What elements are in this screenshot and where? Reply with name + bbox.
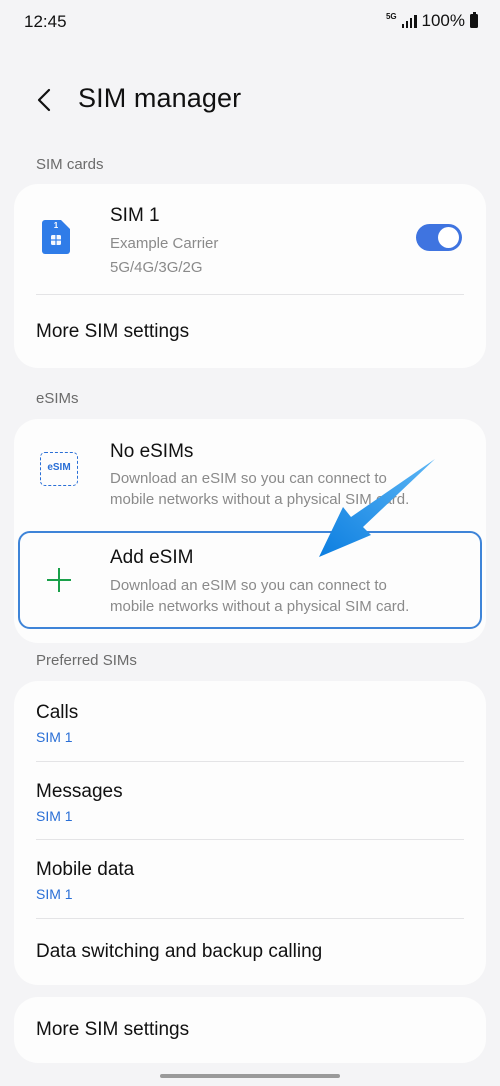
- preferred-card: Calls SIM 1 Messages SIM 1 Mobile data S…: [14, 681, 486, 985]
- no-esims-desc-2: mobile networks without a physical SIM c…: [110, 491, 410, 508]
- calls-title: Calls: [36, 702, 79, 723]
- bottom-more-settings-card[interactable]: More SIM settings: [14, 997, 486, 1063]
- section-label-preferred: Preferred SIMs: [36, 652, 137, 669]
- add-esim-title: Add eSIM: [110, 547, 194, 568]
- preferred-mobile-data-row[interactable]: Mobile data SIM 1: [14, 840, 486, 918]
- mobile-data-title: Mobile data: [36, 859, 135, 880]
- sim-cards-card: 1 SIM 1 Example Carrier 5G/4G/3G/2G More…: [14, 184, 486, 368]
- esim-icon-label: eSIM: [47, 462, 71, 473]
- calls-value: SIM 1: [36, 729, 73, 745]
- preferred-messages-row[interactable]: Messages SIM 1: [14, 762, 486, 839]
- network-badge: 5G: [385, 12, 397, 21]
- sim-card-icon: 1: [42, 220, 70, 254]
- mobile-data-value: SIM 1: [36, 886, 73, 902]
- header: SIM manager: [0, 78, 500, 122]
- signal-icon: [401, 14, 417, 28]
- battery-percent: 100%: [421, 11, 465, 30]
- preferred-calls-row[interactable]: Calls SIM 1: [14, 681, 486, 761]
- sim1-networks: 5G/4G/3G/2G: [110, 259, 203, 276]
- add-esim-desc-1: Download an eSIM so you can connect to: [110, 577, 387, 594]
- page-title: SIM manager: [78, 83, 242, 113]
- sim-card-badge: 1: [53, 221, 59, 230]
- esim-icon: eSIM: [40, 452, 78, 486]
- add-esim-button[interactable]: Add eSIM Download an eSIM so you can con…: [18, 531, 482, 629]
- sim1-name: SIM 1: [110, 205, 160, 226]
- more-sim-settings-label: More SIM settings: [36, 321, 190, 342]
- section-label-esims: eSIMs: [36, 390, 79, 407]
- status-bar: 12:45 5G 100%: [0, 0, 500, 44]
- status-time: 12:45: [24, 12, 67, 31]
- bottom-more-settings-label: More SIM settings: [36, 1019, 190, 1040]
- more-sim-settings-row[interactable]: More SIM settings: [14, 295, 486, 368]
- home-indicator[interactable]: [160, 1074, 340, 1078]
- sim1-row[interactable]: 1 SIM 1 Example Carrier 5G/4G/3G/2G: [14, 184, 486, 294]
- sim1-toggle[interactable]: [416, 224, 462, 251]
- sim1-carrier: Example Carrier: [110, 235, 219, 252]
- no-esims-title: No eSIMs: [110, 441, 194, 462]
- messages-value: SIM 1: [36, 808, 73, 824]
- no-esims-desc-1: Download an eSIM so you can connect to: [110, 470, 387, 487]
- data-switching-row[interactable]: Data switching and backup calling: [14, 919, 486, 985]
- no-esims-row: eSIM No eSIMs Download an eSIM so you ca…: [14, 419, 486, 527]
- add-esim-desc-2: mobile networks without a physical SIM c…: [110, 598, 410, 615]
- messages-title: Messages: [36, 781, 123, 802]
- data-switching-title: Data switching and backup calling: [36, 941, 323, 962]
- plus-icon: [46, 567, 72, 593]
- section-label-sim-cards: SIM cards: [36, 156, 104, 173]
- battery-icon: [470, 12, 478, 28]
- back-icon[interactable]: [32, 86, 60, 114]
- status-icons: 5G 100%: [386, 11, 478, 31]
- toggle-knob: [438, 227, 459, 248]
- screen: 12:45 5G 100% SIM manager SIM cards 1 SI…: [0, 0, 500, 1086]
